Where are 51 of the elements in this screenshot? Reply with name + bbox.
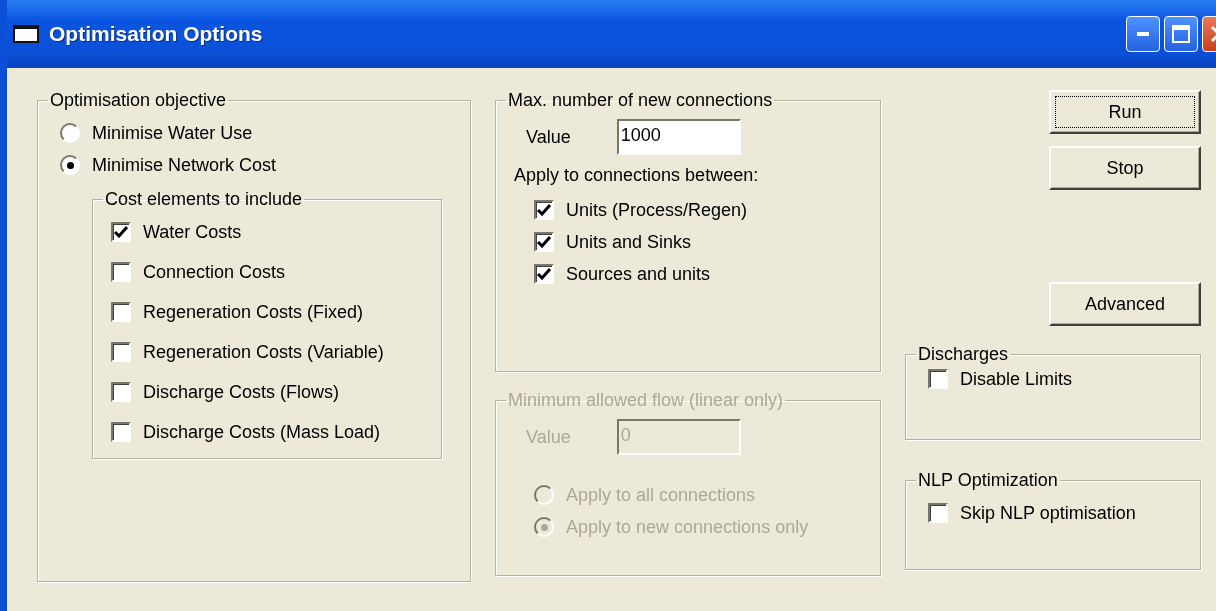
group-title: NLP Optimization [917, 470, 1059, 491]
check-icon [114, 226, 128, 238]
checkbox-label: Units and Sinks [566, 231, 692, 253]
checkbox[interactable] [534, 264, 554, 284]
checkbox[interactable] [928, 369, 948, 389]
group-title: Max. number of new connections [507, 90, 774, 111]
check-icon [537, 268, 551, 280]
check-icon [537, 204, 551, 216]
dialog-button[interactable]: Stop [1049, 146, 1201, 190]
dialog-button[interactable]: Run [1049, 90, 1201, 134]
window-title: Optimisation Options [49, 22, 263, 46]
checkbox[interactable] [534, 200, 554, 220]
maximize-icon [1172, 25, 1190, 43]
checkbox-label: Connection Costs [143, 261, 286, 283]
radio-label: Minimise Network Cost [92, 154, 277, 176]
checkbox[interactable] [111, 262, 131, 282]
checkbox[interactable] [534, 232, 554, 252]
group-title: Minimum allowed flow (linear only) [507, 390, 785, 411]
radio-button[interactable] [60, 155, 80, 175]
checkbox[interactable] [111, 222, 131, 242]
group-title: Optimisation objective [49, 90, 228, 111]
section-label: Apply to connections between: [514, 165, 760, 186]
group-title: Discharges [917, 344, 1010, 365]
checkbox-label: Regeneration Costs (Variable) [143, 341, 384, 363]
field-label: Value [526, 126, 571, 148]
radio-label: Minimise Water Use [92, 122, 253, 144]
checkbox-label: Water Costs [143, 221, 242, 243]
checkbox[interactable] [111, 342, 131, 362]
group-title: Cost elements to include [104, 189, 304, 210]
window-icon [13, 25, 39, 43]
advanced-button[interactable]: Advanced [1049, 282, 1201, 326]
checkbox[interactable] [111, 382, 131, 402]
checkbox-label: Disable Limits [960, 368, 1073, 390]
field-label: Value [526, 426, 571, 448]
checkbox-label: Discharge Costs (Mass Load) [143, 421, 381, 443]
checkbox[interactable] [111, 302, 131, 322]
checkbox-label: Regeneration Costs (Fixed) [143, 301, 364, 323]
input-field[interactable]: 1000 [616, 119, 741, 155]
checkbox-label: Discharge Costs (Flows) [143, 381, 340, 403]
checkbox[interactable] [928, 503, 948, 523]
minimize-button[interactable] [1126, 16, 1160, 52]
radio-button[interactable] [60, 123, 80, 143]
maximize-button[interactable] [1164, 16, 1198, 52]
radio-label: Apply to new connections only [566, 516, 809, 538]
check-icon [537, 236, 551, 248]
radio-label: Apply to all connections [566, 484, 756, 506]
checkbox-label: Skip NLP optimisation [960, 502, 1136, 524]
checkbox-label: Units (Process/Regen) [566, 199, 748, 221]
minimize-icon [1137, 32, 1149, 36]
checkbox-label: Sources and units [566, 263, 711, 285]
checkbox[interactable] [111, 422, 131, 442]
